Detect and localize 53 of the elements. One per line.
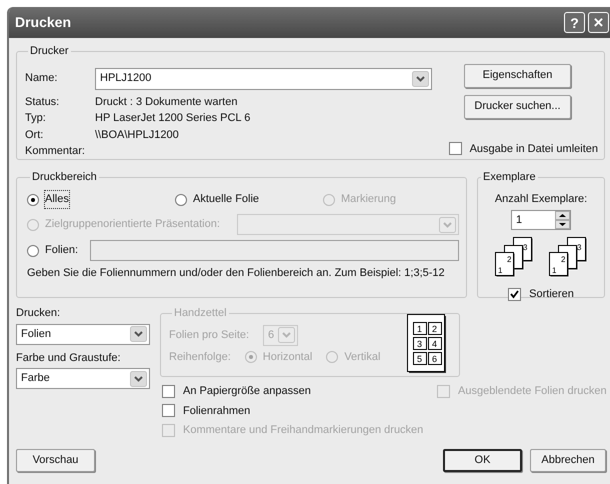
field-label: Anzahl Exemplare: bbox=[494, 192, 588, 206]
field-label: Drucken: bbox=[16, 306, 62, 321]
radio-label: Folien: bbox=[45, 243, 78, 258]
group-label: Handzettel bbox=[173, 306, 228, 321]
field-label: Name: bbox=[25, 71, 58, 86]
spin-arrows-icon[interactable] bbox=[555, 211, 570, 229]
button[interactable]: Drucker suchen... bbox=[464, 94, 571, 118]
field-label: Kommentar: bbox=[25, 144, 86, 159]
field-value: HP LaserJet 1200 Series PCL 6 bbox=[95, 111, 250, 126]
close-button[interactable]: × bbox=[588, 12, 609, 33]
checkbox-label: Ausgabe in Datei umleiten bbox=[470, 142, 598, 156]
hint-text: Geben Sie die Foliennummern und/oder den Folienbereich an. Zum Beispiel: 1;3;5-12 bbox=[27, 266, 446, 280]
dropdown[interactable]: HPLJ1200 bbox=[95, 68, 432, 90]
radio-label: Vertikal bbox=[344, 350, 380, 364]
help-button[interactable]: ? bbox=[564, 12, 585, 33]
dropdown[interactable]: Folien bbox=[16, 324, 150, 344]
checkbox-label: Ausgeblendete Folien drucken bbox=[458, 384, 607, 399]
field-label: Ort: bbox=[25, 128, 44, 142]
checkbox-label: An Papiergröße anpassen bbox=[183, 384, 311, 399]
button[interactable]: Eigenschaften bbox=[464, 64, 571, 88]
button[interactable]: Vorschau bbox=[16, 448, 95, 472]
checkbox[interactable] bbox=[448, 142, 462, 156]
handout-layout-icon: 1 2 3 4 5 6 bbox=[407, 314, 447, 374]
field-label: Folien pro Seite: bbox=[169, 328, 250, 343]
field-label: Typ: bbox=[25, 111, 47, 126]
radio-label: Horizontal bbox=[262, 350, 312, 364]
button[interactable]: OK bbox=[443, 448, 522, 472]
checkbox-label: Folienrahmen bbox=[183, 404, 250, 418]
field-value: \\BOA\HPLJ1200 bbox=[95, 128, 179, 142]
radio-button[interactable] bbox=[27, 194, 39, 206]
checkbox[interactable] bbox=[162, 404, 175, 418]
radio-label: Markierung bbox=[341, 192, 396, 208]
radio-label: Aktuelle Folie bbox=[193, 192, 260, 208]
group-label: Druckbereich bbox=[31, 170, 98, 185]
button[interactable]: Abbrechen bbox=[530, 448, 606, 472]
field-label: Reihenfolge: bbox=[169, 350, 231, 364]
window-title: Drucken bbox=[15, 13, 72, 32]
checkbox[interactable] bbox=[508, 288, 522, 301]
checkbox[interactable] bbox=[162, 384, 175, 398]
checkbox-label: Sortieren bbox=[529, 287, 574, 302]
field-label: Farbe und Graustufe: bbox=[16, 350, 122, 366]
group-label: Drucker bbox=[29, 44, 70, 59]
radio-label: Zielgruppenorientierte Präsentation: bbox=[45, 217, 220, 232]
field-label: Status: bbox=[25, 94, 60, 110]
radio-label: Alles bbox=[45, 191, 69, 208]
input-field[interactable] bbox=[90, 240, 459, 261]
group-label: Exemplare bbox=[482, 170, 537, 185]
radio-button[interactable] bbox=[27, 244, 39, 256]
field-value: Druckt : 3 Dokumente warten bbox=[95, 94, 238, 110]
dropdown[interactable]: Farbe bbox=[16, 368, 150, 389]
radio-button[interactable] bbox=[175, 194, 187, 206]
checkbox-label: Kommentare und Freihandmarkierungen drucken bbox=[183, 423, 424, 438]
number-spinner[interactable]: 1 bbox=[511, 210, 571, 230]
